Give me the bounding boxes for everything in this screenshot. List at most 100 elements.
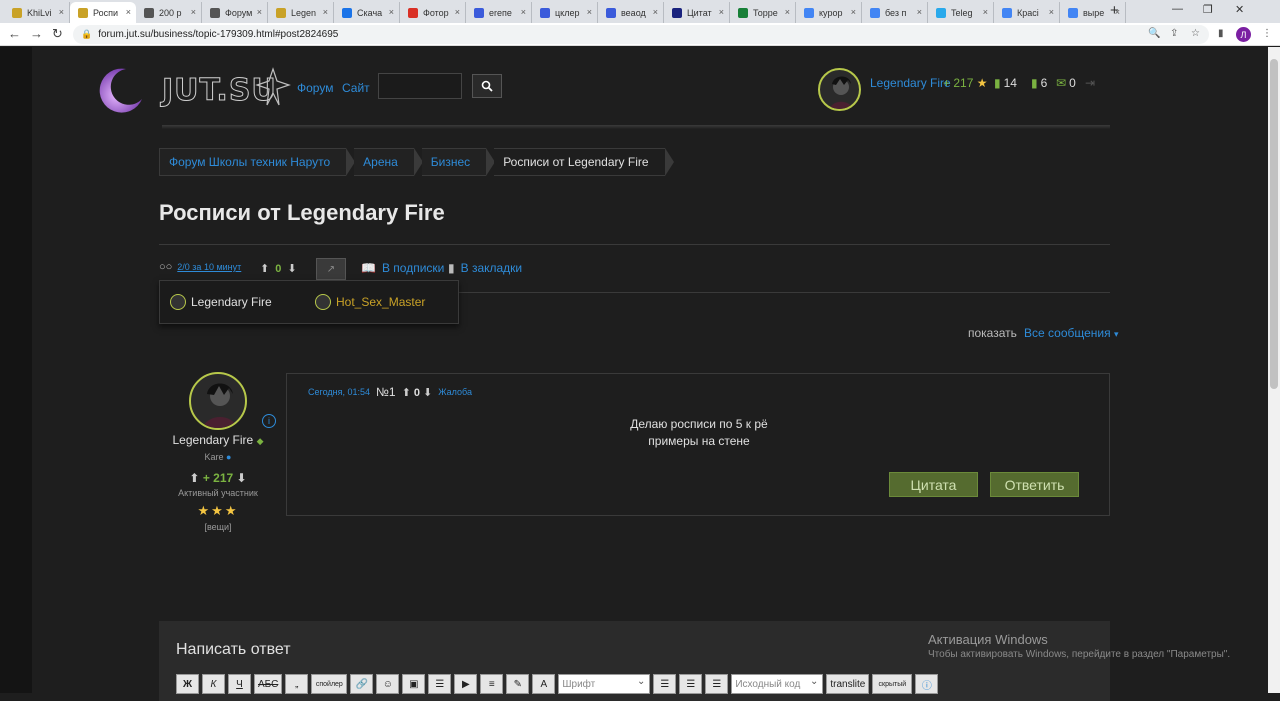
tab-close-icon[interactable]: × — [191, 7, 196, 17]
browser-tab[interactable]: курор × — [796, 2, 862, 23]
bookmark-link[interactable]: ▮ В закладки — [448, 261, 522, 275]
bookmark-star-icon[interactable]: ☆ — [1191, 28, 1200, 39]
reload-icon[interactable]: ↻ — [52, 26, 63, 42]
quote-tag-button[interactable]: „ — [285, 674, 309, 694]
tab-close-icon[interactable]: × — [917, 7, 922, 17]
list-icon[interactable]: ☰ — [428, 674, 452, 694]
tab-close-icon[interactable]: × — [257, 7, 262, 17]
nav-forum-link[interactable]: Форум — [297, 81, 333, 95]
quote-button[interactable]: Цитата — [889, 472, 978, 497]
tab-close-icon[interactable]: × — [389, 7, 394, 17]
video-icon[interactable]: ▶ — [454, 674, 478, 694]
browser-tab[interactable]: без п × — [862, 2, 928, 23]
thumb-up-icon[interactable]: ⬆ — [189, 471, 199, 485]
menu-icon[interactable]: ⋮ — [1262, 28, 1272, 39]
search-button[interactable] — [472, 74, 502, 98]
breadcrumb-forum[interactable]: Форум Школы техник Наруто — [159, 148, 356, 176]
tab-close-icon[interactable]: × — [59, 7, 64, 17]
user-avatar[interactable] — [818, 68, 861, 111]
notebooks-link[interactable]: ▮ 14 — [994, 76, 1017, 90]
align-right-icon[interactable]: ☰ — [705, 674, 729, 694]
link-icon[interactable]: 🔗 — [350, 674, 374, 694]
tab-close-icon[interactable]: × — [719, 7, 724, 17]
browser-tab[interactable]: KhiLvi × — [4, 2, 70, 23]
thumb-up-icon[interactable]: ⬆ — [260, 262, 269, 275]
messages-link[interactable]: ✉ 0 — [1056, 76, 1076, 90]
font-size-icon[interactable]: A — [532, 674, 556, 694]
nav-site-link[interactable]: Сайт — [342, 81, 370, 95]
hidden-button[interactable]: скрытый — [872, 674, 913, 694]
source-code-select[interactable]: Исходный код — [731, 674, 824, 694]
viewer-item[interactable]: Legendary Fire — [170, 294, 272, 310]
forward-icon[interactable]: → — [30, 26, 43, 41]
browser-tab[interactable]: Роспи × — [70, 2, 136, 23]
browser-tab[interactable]: Teleg × — [928, 2, 994, 23]
scrollbar-thumb[interactable] — [1270, 59, 1278, 389]
align-center-icon[interactable]: ☰ — [679, 674, 703, 694]
show-filter-dropdown[interactable]: Все сообщения ▾ — [1024, 326, 1118, 340]
profile-avatar[interactable]: Л — [1236, 27, 1251, 42]
author-avatar[interactable] — [189, 372, 247, 430]
translit-button[interactable]: translite — [826, 674, 870, 694]
info-icon[interactable]: ⓘ — [915, 674, 939, 694]
browser-tab[interactable]: Фотор × — [400, 2, 466, 23]
browser-tab[interactable]: Скача × — [334, 2, 400, 23]
bold-button[interactable]: Ж — [176, 674, 199, 694]
tab-close-icon[interactable]: × — [455, 7, 460, 17]
bookmarks-link[interactable]: ▮ 6 — [1031, 76, 1047, 90]
breadcrumb-arena[interactable]: Арена — [354, 148, 423, 176]
back-icon[interactable]: ← — [8, 26, 21, 41]
author-name[interactable]: Legendary Fire ◆ — [159, 433, 277, 447]
logout-icon[interactable]: ⇥ — [1085, 76, 1095, 90]
new-tab-button[interactable]: + — [1110, 2, 1119, 19]
views-counter[interactable]: ○○ 2/0 за 10 минут — [159, 261, 241, 273]
image-icon[interactable]: ▣ — [402, 674, 426, 694]
browser-tab[interactable]: ereпe × — [466, 2, 532, 23]
tab-close-icon[interactable]: × — [323, 7, 328, 17]
share-button[interactable]: ↗ — [316, 258, 346, 280]
viewer-item[interactable]: Hot_Sex_Master — [315, 294, 425, 310]
search-page-icon[interactable]: 🔍 — [1148, 28, 1160, 39]
page-scrollbar[interactable] — [1268, 47, 1280, 693]
thumb-down-icon[interactable]: ⬇ — [287, 262, 296, 275]
info-icon[interactable]: i — [262, 414, 276, 428]
subscribe-link[interactable]: 📖 В подписки — [361, 261, 444, 275]
underline-button[interactable]: Ч — [228, 674, 251, 694]
align-left-icon[interactable]: ☰ — [653, 674, 677, 694]
color-icon[interactable]: ✎ — [506, 674, 530, 694]
post-number[interactable]: №1 — [376, 385, 396, 399]
browser-tab[interactable]: Форум × — [202, 2, 268, 23]
thumb-up-icon[interactable]: ⬆ — [402, 387, 411, 399]
browser-tab[interactable]: 200 р × — [136, 2, 202, 23]
post-time[interactable]: Сегодня, 01:54 — [308, 387, 370, 397]
reply-button[interactable]: Ответить — [990, 472, 1079, 497]
browser-tab[interactable]: Цитат × — [664, 2, 730, 23]
tab-close-icon[interactable]: × — [983, 7, 988, 17]
breadcrumb-business[interactable]: Бизнес — [421, 148, 496, 176]
tab-close-icon[interactable]: × — [521, 7, 526, 17]
tab-close-icon[interactable]: × — [126, 7, 131, 17]
share-icon[interactable]: ⇪ — [1170, 28, 1178, 39]
address-bar[interactable]: 🔒 forum.jut.su/business/topic-179309.htm… — [73, 25, 1209, 44]
search-input[interactable] — [378, 73, 462, 99]
moon-logo-icon[interactable] — [96, 65, 144, 113]
spoiler-button[interactable]: спойлер — [311, 674, 348, 694]
restore-icon[interactable]: ❐ — [1203, 3, 1213, 16]
tab-close-icon[interactable]: × — [851, 7, 856, 17]
thumb-down-icon[interactable]: ⬇ — [423, 387, 432, 399]
author-items-link[interactable]: [вещи] — [159, 522, 277, 532]
browser-tab[interactable]: Красі × — [994, 2, 1060, 23]
tab-close-icon[interactable]: × — [653, 7, 658, 17]
report-link[interactable]: Жалоба — [438, 387, 472, 397]
smile-icon[interactable]: ☺ — [376, 674, 400, 694]
minimize-icon[interactable]: — — [1172, 3, 1183, 15]
browser-tab[interactable]: Торре × — [730, 2, 796, 23]
browser-tab[interactable]: Legen × — [268, 2, 334, 23]
numbered-list-icon[interactable]: ≡ — [480, 674, 504, 694]
browser-tab[interactable]: цклер × — [532, 2, 598, 23]
tab-close-icon[interactable]: × — [1049, 7, 1054, 17]
close-window-icon[interactable]: ✕ — [1235, 3, 1244, 16]
side-panel-icon[interactable]: ▮ — [1218, 28, 1224, 39]
browser-tab[interactable]: веаод × — [598, 2, 664, 23]
tab-close-icon[interactable]: × — [785, 7, 790, 17]
